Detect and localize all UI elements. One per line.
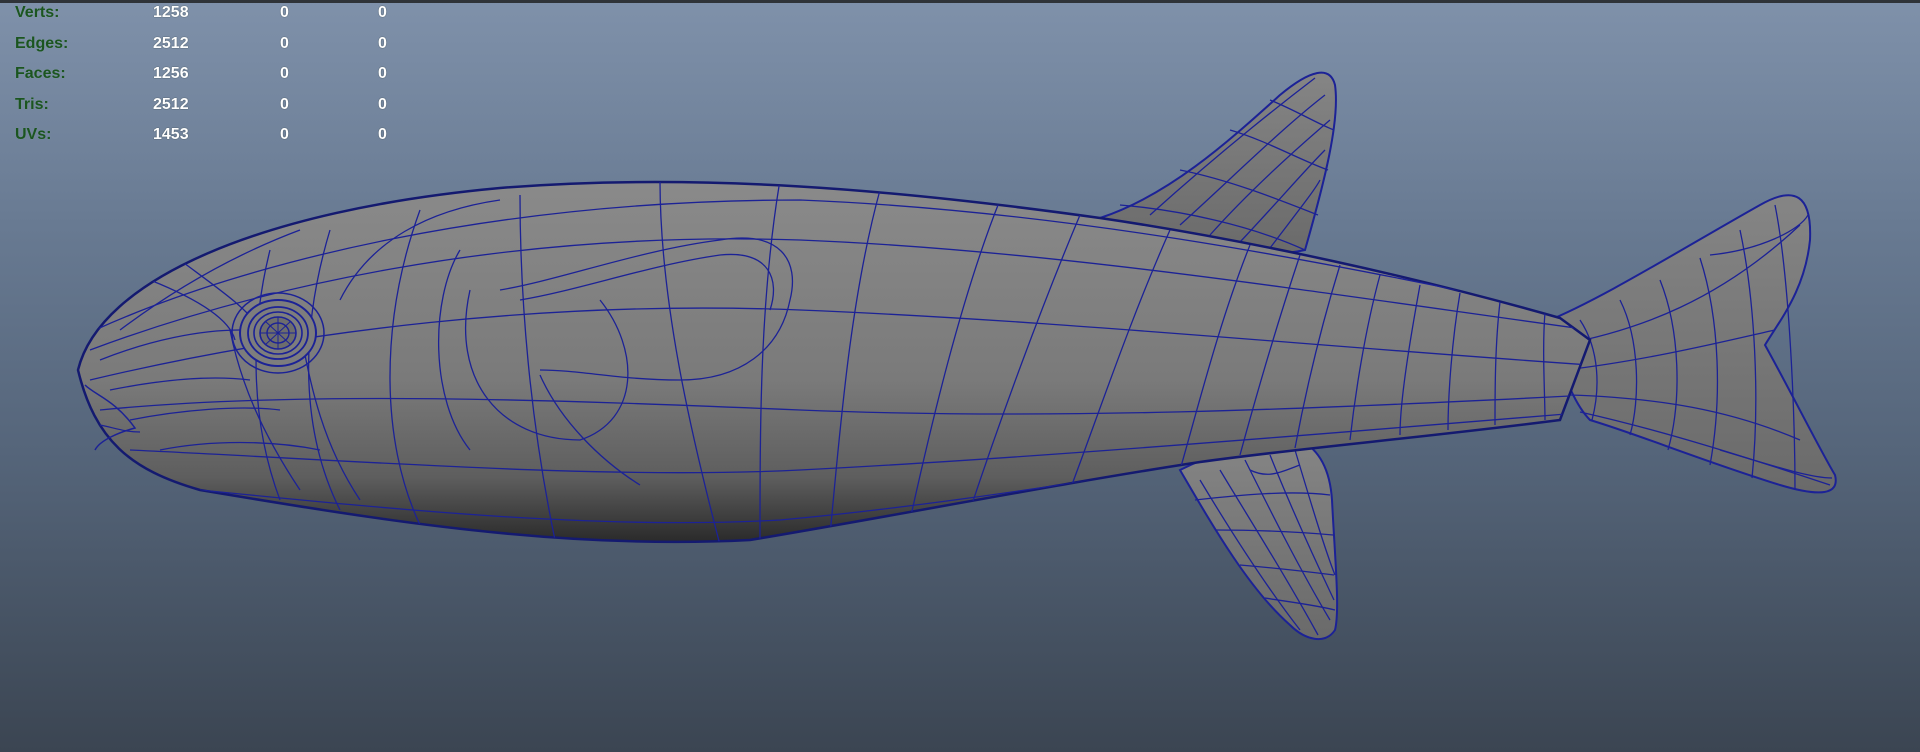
3d-viewport[interactable]: Verts: 1258 0 0 Edges: 2512 0 0 Faces: 1… <box>0 0 1920 752</box>
fish-eye[interactable] <box>231 292 325 374</box>
pelvic-fin[interactable] <box>1178 438 1339 640</box>
fish-body[interactable] <box>76 180 1592 545</box>
fish-mesh-model[interactable] <box>0 0 1920 752</box>
